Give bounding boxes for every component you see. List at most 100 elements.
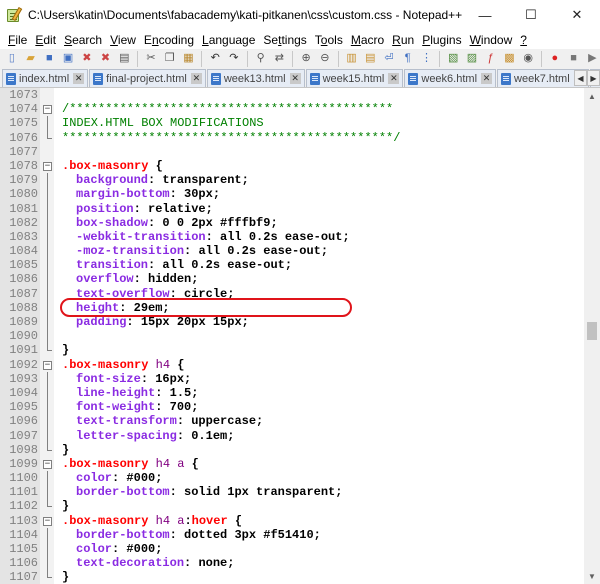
menu-plugins[interactable]: Plugins (418, 33, 465, 47)
save-all-icon[interactable]: ▣ (60, 51, 76, 67)
code-editor[interactable]: 1073 1074−/******************************… (0, 88, 600, 584)
monitoring-icon[interactable]: ◉ (520, 51, 536, 67)
code-token: all 0.2s ease-out; (198, 244, 329, 259)
fold-marker[interactable]: − (42, 457, 54, 471)
code-token: .box-masonry (62, 357, 149, 372)
code-text: .box-masonry h4 a { (62, 457, 199, 471)
menu-macro[interactable]: Macro (347, 33, 388, 47)
undo-icon[interactable]: ↶ (207, 51, 223, 67)
close-window-button[interactable]: ✕ (554, 0, 600, 30)
zoom-in-icon[interactable]: ⊕ (298, 51, 314, 67)
menu-help[interactable]: ? (516, 33, 531, 47)
close-all-icon[interactable]: ✖ (98, 51, 114, 67)
zoom-out-icon[interactable]: ⊖ (317, 51, 333, 67)
fold-marker (42, 485, 54, 500)
code-text: } (62, 343, 69, 357)
line-number: 1097 (9, 428, 38, 443)
fold-marker[interactable]: − (42, 159, 54, 173)
line-number: 1073 (9, 88, 38, 102)
folder-workspace-icon[interactable]: ▩ (502, 51, 518, 67)
menu-search[interactable]: Search (60, 33, 106, 47)
code-token: 1.5; (169, 385, 199, 400)
menu-encoding[interactable]: Encoding (140, 33, 198, 47)
code-text: } (62, 570, 69, 584)
play-macro-icon[interactable]: ▶ (584, 51, 600, 67)
maximize-button[interactable]: ☐ (508, 0, 554, 30)
tab-close-icon[interactable]: ✕ (481, 73, 493, 84)
copy-icon[interactable]: ❐ (162, 51, 178, 67)
document-map-icon[interactable]: ▨ (464, 51, 480, 67)
new-file-icon[interactable]: ▯ (4, 51, 20, 67)
toolbar-separator (541, 50, 542, 67)
tab-week6[interactable]: week6.html ✕ (404, 69, 497, 87)
sync-vertical-icon[interactable]: ▥ (344, 51, 360, 67)
tab-scroll-left-icon[interactable]: ◀ (574, 70, 587, 86)
tab-final-project[interactable]: final-project.html ✕ (89, 69, 206, 87)
fold-marker[interactable]: − (42, 102, 54, 116)
code-line: 1103− .box-masonry h4 a:hover { (0, 514, 584, 528)
code-token: 15px 20px 15px; (140, 315, 249, 329)
print-icon[interactable]: ▤ (116, 51, 132, 67)
fold-marker (42, 442, 54, 457)
sync-horizontal-icon[interactable]: ▤ (362, 51, 378, 67)
open-file-icon[interactable]: ▰ (23, 51, 39, 67)
word-wrap-icon[interactable]: ⏎ (381, 51, 397, 67)
scroll-up-icon[interactable]: ▲ (584, 88, 600, 104)
find-icon[interactable]: ⚲ (253, 51, 269, 67)
fold-marker[interactable]: − (42, 358, 54, 372)
fold-marker (42, 556, 54, 571)
fold-marker (42, 499, 54, 513)
tab-close-icon[interactable]: ✕ (289, 73, 301, 84)
code-token: { (184, 456, 199, 471)
fold-marker (42, 88, 54, 102)
line-number: 1093 (9, 371, 38, 386)
menu-tools[interactable]: Tools (311, 33, 347, 47)
tab-week13[interactable]: week13.html ✕ (206, 69, 305, 87)
vertical-scrollbar[interactable]: ▲ ▼ (584, 88, 600, 584)
fold-marker (42, 286, 54, 301)
menu-run[interactable]: Run (388, 33, 418, 47)
indent-guide-icon[interactable]: ⋮ (419, 51, 435, 67)
tab-close-icon[interactable]: ✕ (73, 73, 85, 84)
code-token: } (62, 442, 70, 457)
file-icon (309, 72, 320, 85)
code-token: : (169, 527, 185, 542)
tab-label: week7.html (514, 72, 570, 85)
tab-scroll-right-icon[interactable]: ▶ (587, 70, 600, 86)
code-token: position (76, 201, 134, 216)
menu-edit[interactable]: Edit (31, 33, 60, 47)
stop-recording-icon[interactable]: ■ (566, 51, 582, 67)
code-token: : (184, 244, 199, 259)
record-macro-icon[interactable]: ● (547, 51, 563, 67)
menu-file[interactable]: File (4, 33, 31, 47)
menu-settings[interactable]: Settings (259, 33, 310, 47)
code-text: .box-masonry { (62, 159, 163, 173)
code-text-area[interactable]: 1073 1074−/******************************… (0, 88, 584, 584)
user-language-icon[interactable]: ▧ (445, 51, 461, 67)
fold-marker[interactable]: − (42, 514, 54, 528)
tab-week15[interactable]: week15.html ✕ (305, 69, 404, 87)
tab-index[interactable]: index.html ✕ (2, 69, 89, 87)
redo-icon[interactable]: ↷ (226, 51, 242, 67)
menu-language[interactable]: Language (198, 33, 259, 47)
scroll-thumb[interactable] (587, 322, 597, 340)
replace-icon[interactable]: ⇄ (272, 51, 288, 67)
show-all-characters-icon[interactable]: ¶ (400, 51, 416, 67)
menu-window[interactable]: Window (466, 33, 517, 47)
fold-marker (42, 187, 54, 202)
function-list-icon[interactable]: ƒ (483, 51, 499, 67)
scroll-down-icon[interactable]: ▼ (584, 568, 600, 584)
save-icon[interactable]: ■ (41, 51, 57, 67)
tab-close-icon[interactable]: ✕ (388, 73, 400, 84)
minimize-button[interactable]: — (462, 0, 508, 30)
close-icon[interactable]: ✖ (79, 51, 95, 67)
menu-view[interactable]: View (106, 33, 140, 47)
paste-icon[interactable]: ▦ (181, 51, 197, 67)
line-number: 1101 (9, 485, 38, 500)
tab-close-icon[interactable]: ✕ (190, 73, 202, 84)
code-token: #000; (126, 471, 163, 486)
line-number: 1092 (9, 357, 38, 372)
code-line: 1097 letter-spacing: 0.1em; (0, 428, 584, 443)
line-number: 1080 (9, 187, 38, 202)
cut-icon[interactable]: ✂ (143, 51, 159, 67)
